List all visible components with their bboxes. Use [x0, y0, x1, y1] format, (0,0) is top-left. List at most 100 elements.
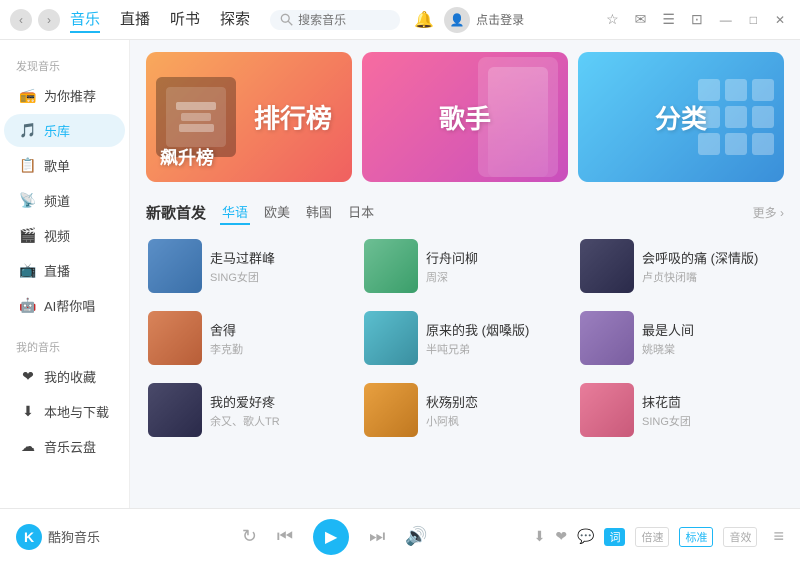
download-button[interactable]: ⬇	[534, 528, 546, 545]
bell-button[interactable]: 🔔	[410, 6, 438, 34]
filter-japanese[interactable]: 日本	[346, 200, 376, 225]
song-thumb-8	[364, 383, 418, 437]
playlist-icon: 📋	[20, 158, 36, 174]
sidebar-item-video-label: 视频	[44, 226, 70, 245]
speed-button[interactable]: 倍速	[635, 527, 669, 547]
forward-button[interactable]: ›	[38, 9, 60, 31]
volume-button[interactable]: 🔊	[405, 526, 427, 547]
song-item-2[interactable]: 行舟问柳 周深	[362, 235, 568, 297]
song-thumb-img-5	[364, 311, 418, 365]
prev-button[interactable]: ⏮	[277, 526, 293, 547]
live-icon: 📺	[20, 263, 36, 279]
song-name-2: 行舟问柳	[426, 248, 566, 267]
section-title: 新歌首发	[146, 202, 206, 223]
song-item-5[interactable]: 原来的我 (烟嗓版) 半吨兄弟	[362, 307, 568, 369]
bottom-bar: K 酷狗音乐 ↻ ⏮ ▶ ⏭ 🔊 ⬇ ❤ 💬 词 倍速 标准 音效 ≡	[0, 508, 800, 564]
content-area: 飙升榜 排行榜 歌手 分类 新	[130, 40, 800, 508]
sidebar-item-live-label: 直播	[44, 261, 70, 280]
sidebar-item-live[interactable]: 📺 直播	[4, 254, 125, 287]
song-artist-4: 李克勤	[210, 341, 350, 357]
playlist-button[interactable]: ≡	[773, 526, 784, 547]
song-info-1: 走马过群峰 SING女团	[210, 248, 350, 285]
sidebar-item-library[interactable]: 🎵 乐库	[4, 114, 125, 147]
more-button[interactable]: 更多 ›	[753, 204, 784, 221]
song-item-3[interactable]: 会呼吸的痛 (深情版) 卢贞快闭嘴	[578, 235, 784, 297]
mail-icon[interactable]: ✉	[631, 9, 651, 30]
banner-artist-title: 歌手	[439, 99, 491, 136]
sidebar-item-cloud-label: 音乐云盘	[44, 437, 96, 456]
nav-audiobook[interactable]: 听书	[170, 6, 200, 33]
logo-k: K	[16, 524, 42, 550]
sidebar-item-local[interactable]: ⬇ 本地与下载	[4, 395, 125, 428]
song-item-6[interactable]: 最是人间 姚晓棠	[578, 307, 784, 369]
sidebar: 发现音乐 📻 为你推荐 🎵 乐库 📋 歌单 📡 频道 🎬 视频 📺 直播 🤖 A…	[0, 40, 130, 508]
logo-text: 酷狗音乐	[48, 527, 100, 546]
sidebar-item-recommend[interactable]: 📻 为你推荐	[4, 79, 125, 112]
song-thumb-5	[364, 311, 418, 365]
sidebar-item-cloud[interactable]: ☁ 音乐云盘	[4, 430, 125, 463]
sidebar-item-video[interactable]: 🎬 视频	[4, 219, 125, 252]
search-bar[interactable]	[270, 10, 400, 30]
login-text[interactable]: 点击登录	[476, 11, 524, 28]
star-icon[interactable]: ☆	[602, 9, 623, 30]
sidebar-item-local-label: 本地与下载	[44, 402, 109, 421]
main-nav: 音乐 直播 听书 探索	[70, 6, 250, 33]
song-thumb-img-6	[580, 311, 634, 365]
sidebar-item-favorites[interactable]: ❤ 我的收藏	[4, 360, 125, 393]
close-button[interactable]: ✕	[770, 11, 790, 29]
song-thumb-img-2	[364, 239, 418, 293]
nav-music[interactable]: 音乐	[70, 6, 100, 33]
nav-live[interactable]: 直播	[120, 6, 150, 33]
song-item-1[interactable]: 走马过群峰 SING女团	[146, 235, 352, 297]
search-input[interactable]	[298, 13, 388, 27]
back-button[interactable]: ‹	[10, 9, 32, 31]
user-area[interactable]: 👤 点击登录	[444, 7, 524, 33]
comment-button[interactable]: 💬	[577, 528, 594, 545]
song-info-7: 我的爱好疼 余又、歌人TR	[210, 392, 350, 429]
song-item-8[interactable]: 秋殇别恋 小阿枫	[362, 379, 568, 441]
skin-icon[interactable]: ⊡	[687, 9, 707, 30]
song-artist-3: 卢贞快闭嘴	[642, 269, 782, 285]
song-thumb-2	[364, 239, 418, 293]
sidebar-item-ai[interactable]: 🤖 AI帮你唱	[4, 289, 125, 322]
song-artist-7: 余又、歌人TR	[210, 413, 350, 429]
channel-icon: 📡	[20, 193, 36, 209]
nav-explore[interactable]: 探索	[220, 6, 250, 33]
title-icons: ☆ ✉ ☰ ⊡ — □ ✕	[602, 9, 790, 30]
player-controls: ↻ ⏮ ▶ ⏭ 🔊	[136, 519, 534, 555]
minimize-button[interactable]: —	[715, 11, 737, 29]
song-info-5: 原来的我 (烟嗓版) 半吨兄弟	[426, 320, 566, 357]
banner-chart-subtitle: 飙升榜	[160, 144, 214, 170]
standard-button[interactable]: 标准	[679, 527, 713, 547]
next-button[interactable]: ⏭	[369, 526, 385, 547]
album-cover-inner	[166, 87, 226, 147]
banner-chart[interactable]: 飙升榜 排行榜	[146, 52, 352, 182]
song-artist-8: 小阿枫	[426, 413, 566, 429]
song-thumb-4	[148, 311, 202, 365]
song-item-7[interactable]: 我的爱好疼 余又、歌人TR	[146, 379, 352, 441]
banner-artist[interactable]: 歌手	[362, 52, 568, 182]
song-info-2: 行舟问柳 周深	[426, 248, 566, 285]
lyric-button[interactable]: 词	[604, 528, 625, 546]
song-name-5: 原来的我 (烟嗓版)	[426, 320, 566, 339]
sidebar-item-recommend-label: 为你推荐	[44, 86, 96, 105]
song-name-6: 最是人间	[642, 320, 782, 339]
song-info-8: 秋殇别恋 小阿枫	[426, 392, 566, 429]
sidebar-item-channel[interactable]: 📡 频道	[4, 184, 125, 217]
filter-chinese[interactable]: 华语	[220, 200, 250, 225]
play-button[interactable]: ▶	[313, 519, 349, 555]
song-item-9[interactable]: 抹花茴 SING女团	[578, 379, 784, 441]
sidebar-item-playlist[interactable]: 📋 歌单	[4, 149, 125, 182]
ai-icon: 🤖	[20, 298, 36, 314]
song-info-6: 最是人间 姚晓棠	[642, 320, 782, 357]
song-item-4[interactable]: 舍得 李克勤	[146, 307, 352, 369]
love-button[interactable]: ❤	[555, 528, 567, 545]
maximize-button[interactable]: □	[745, 11, 762, 29]
banner-category[interactable]: 分类	[578, 52, 784, 182]
eq-button[interactable]: 音效	[723, 527, 757, 547]
menu-icon[interactable]: ☰	[658, 9, 679, 30]
banner-chart-title: 排行榜	[254, 99, 332, 136]
loop-button[interactable]: ↻	[242, 526, 257, 547]
filter-korean[interactable]: 韩国	[304, 200, 334, 225]
filter-western[interactable]: 欧美	[262, 200, 292, 225]
